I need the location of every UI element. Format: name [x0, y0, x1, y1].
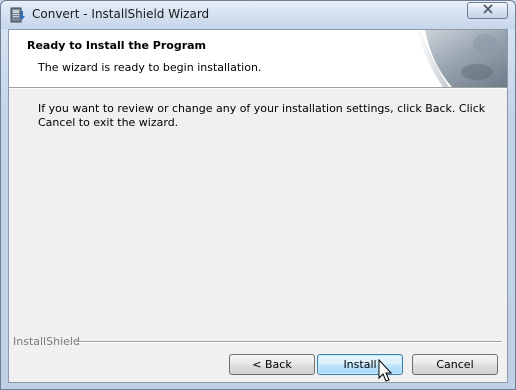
instructions-text: If you want to review or change any of y…	[38, 102, 486, 129]
header-divider	[9, 87, 507, 89]
header-banner: Ready to Install the Program The wizard …	[9, 30, 507, 87]
banner-subheading: The wizard is ready to begin installatio…	[38, 61, 262, 74]
footer-divider	[75, 341, 502, 343]
close-icon	[482, 4, 494, 17]
back-button[interactable]: < Back	[229, 354, 315, 375]
banner-heading: Ready to Install the Program	[27, 39, 207, 52]
title-bar[interactable]: Convert - InstallShield Wizard	[1, 1, 515, 29]
close-button[interactable]	[467, 2, 508, 19]
installer-icon	[9, 7, 26, 24]
window-title: Convert - InstallShield Wizard	[32, 7, 210, 21]
banner-graphic	[407, 30, 507, 87]
wizard-content: Ready to Install the Program The wizard …	[8, 29, 508, 383]
installer-window: Convert - InstallShield Wizard Ready to …	[0, 0, 516, 390]
cancel-button[interactable]: Cancel	[412, 354, 498, 375]
installshield-brand: InstallShield	[13, 335, 82, 348]
mouse-pointer-icon	[378, 358, 394, 383]
